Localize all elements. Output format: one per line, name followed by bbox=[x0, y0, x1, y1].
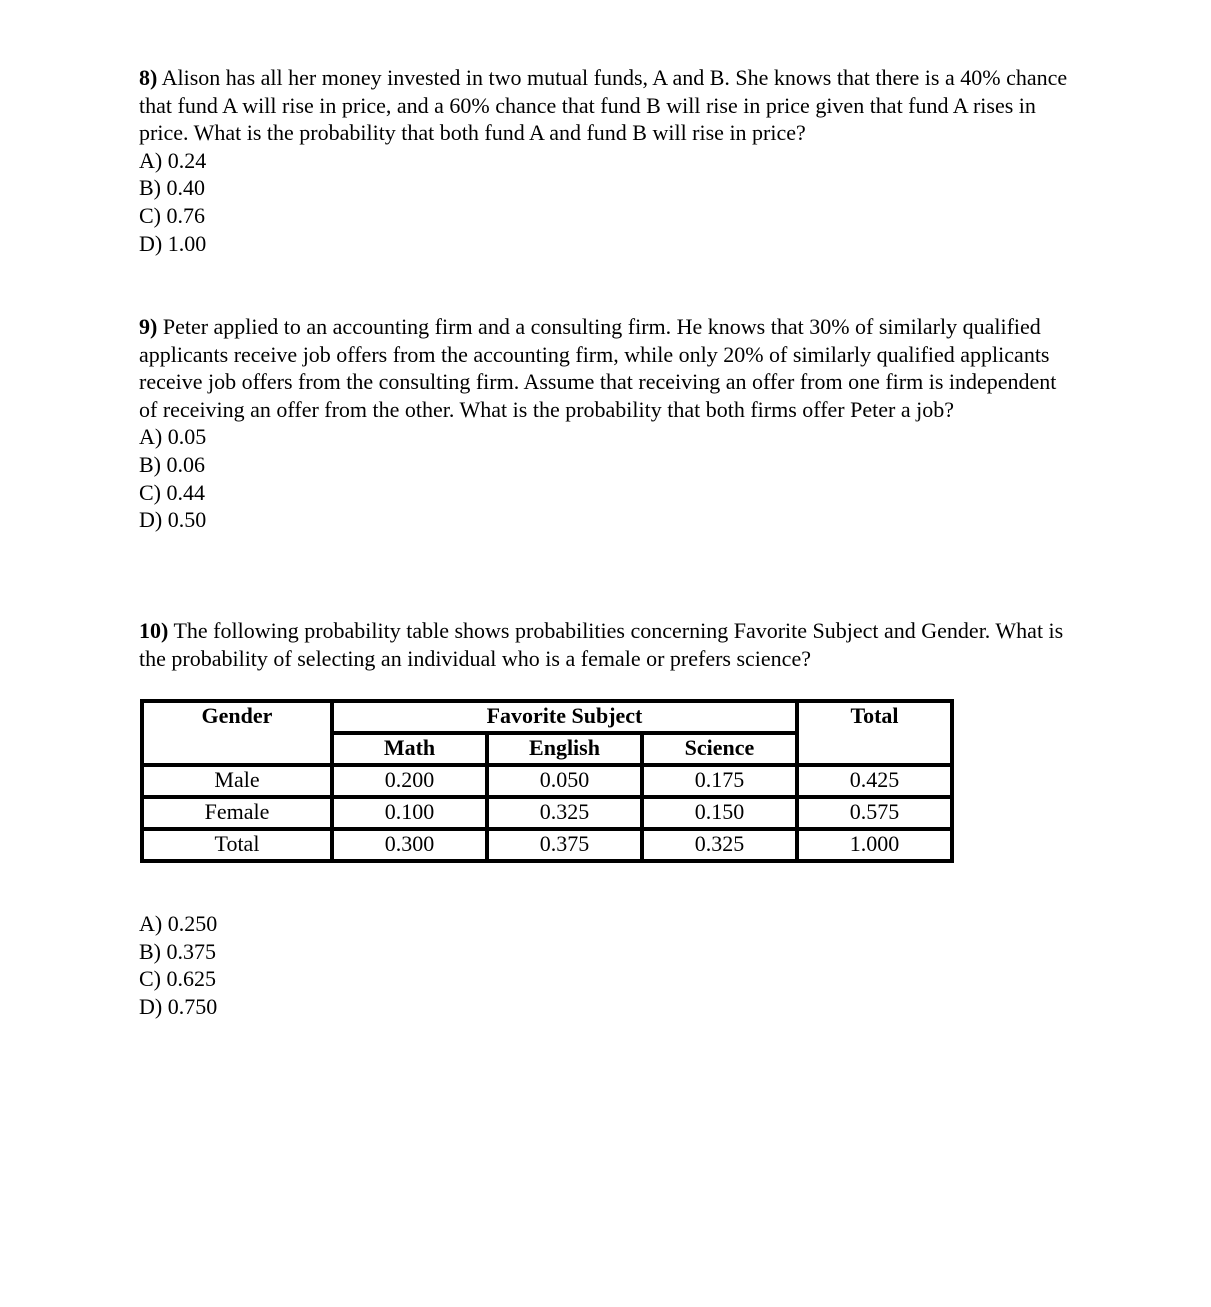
table-row: Male 0.200 0.050 0.175 0.425 bbox=[140, 763, 954, 799]
cell-math: 0.300 bbox=[330, 827, 489, 863]
question-text: The following probability table shows pr… bbox=[139, 618, 1064, 671]
option-d: D) 0.750 bbox=[139, 993, 218, 1019]
cell-total: 0.575 bbox=[795, 795, 954, 831]
header-english: English bbox=[485, 731, 644, 767]
table-header-row: Gender Favorite Subject Total bbox=[140, 699, 954, 767]
cell-science: 0.150 bbox=[640, 795, 799, 831]
option-b: B) 0.375 bbox=[139, 938, 216, 964]
cell-total: 1.000 bbox=[795, 827, 954, 863]
header-total: Total bbox=[795, 699, 954, 767]
question-8: 8) Alison has all her money invested in … bbox=[139, 64, 1074, 257]
option-a: A) 0.250 bbox=[139, 911, 218, 936]
cell-english: 0.375 bbox=[485, 827, 644, 863]
table-row: Female 0.100 0.325 0.150 0.575 bbox=[140, 795, 954, 831]
answer-options: A) 0.24 B) 0.40 C) 0.76 D) 1.00 bbox=[139, 147, 1074, 257]
question-number: 10) bbox=[139, 618, 169, 643]
answer-options: A) 0.05 B) 0.06 C) 0.44 D) 0.50 bbox=[139, 423, 1074, 533]
question-number: 8) bbox=[139, 65, 158, 90]
cell-math: 0.100 bbox=[330, 795, 489, 831]
option-b: B) 0.06 bbox=[139, 451, 205, 477]
question-10-stem: 10) The following probability table show… bbox=[139, 617, 1074, 672]
header-gender: Gender bbox=[140, 699, 334, 767]
cell-science: 0.325 bbox=[640, 827, 799, 863]
option-d: D) 1.00 bbox=[139, 230, 207, 256]
header-science: Science bbox=[640, 731, 799, 767]
question-8-stem: 8) Alison has all her money invested in … bbox=[139, 64, 1074, 147]
option-b: B) 0.40 bbox=[139, 175, 205, 201]
option-d: D) 0.50 bbox=[139, 507, 207, 533]
question-10: 10) The following probability table show… bbox=[139, 617, 1074, 672]
answer-options: A) 0.250 B) 0.375 C) 0.625 D) 0.750 bbox=[139, 910, 217, 1020]
option-c: C) 0.76 bbox=[139, 202, 205, 228]
option-a: A) 0.05 bbox=[139, 424, 207, 450]
cell-math: 0.200 bbox=[330, 763, 489, 799]
cell-science: 0.175 bbox=[640, 763, 799, 799]
question-text: Peter applied to an accounting firm and … bbox=[139, 314, 1057, 422]
header-math: Math bbox=[330, 731, 489, 767]
question-text: Alison has all her money invested in two… bbox=[139, 65, 1068, 146]
option-a: A) 0.24 bbox=[139, 147, 207, 173]
probability-table: Gender Favorite Subject Total Math Engli… bbox=[140, 699, 954, 863]
row-label: Female bbox=[140, 795, 334, 831]
row-label: Total bbox=[140, 827, 334, 863]
cell-english: 0.325 bbox=[485, 795, 644, 831]
question-9-stem: 9) Peter applied to an accounting firm a… bbox=[139, 313, 1074, 423]
option-c: C) 0.44 bbox=[139, 479, 205, 505]
question-9: 9) Peter applied to an accounting firm a… bbox=[139, 313, 1074, 534]
table-row: Total 0.300 0.375 0.325 1.000 bbox=[140, 827, 954, 863]
cell-english: 0.050 bbox=[485, 763, 644, 799]
question-number: 9) bbox=[139, 314, 158, 339]
cell-total: 0.425 bbox=[795, 763, 954, 799]
option-c: C) 0.625 bbox=[139, 966, 216, 992]
header-favorite-subject: Favorite Subject bbox=[330, 699, 799, 735]
row-label: Male bbox=[140, 763, 334, 799]
